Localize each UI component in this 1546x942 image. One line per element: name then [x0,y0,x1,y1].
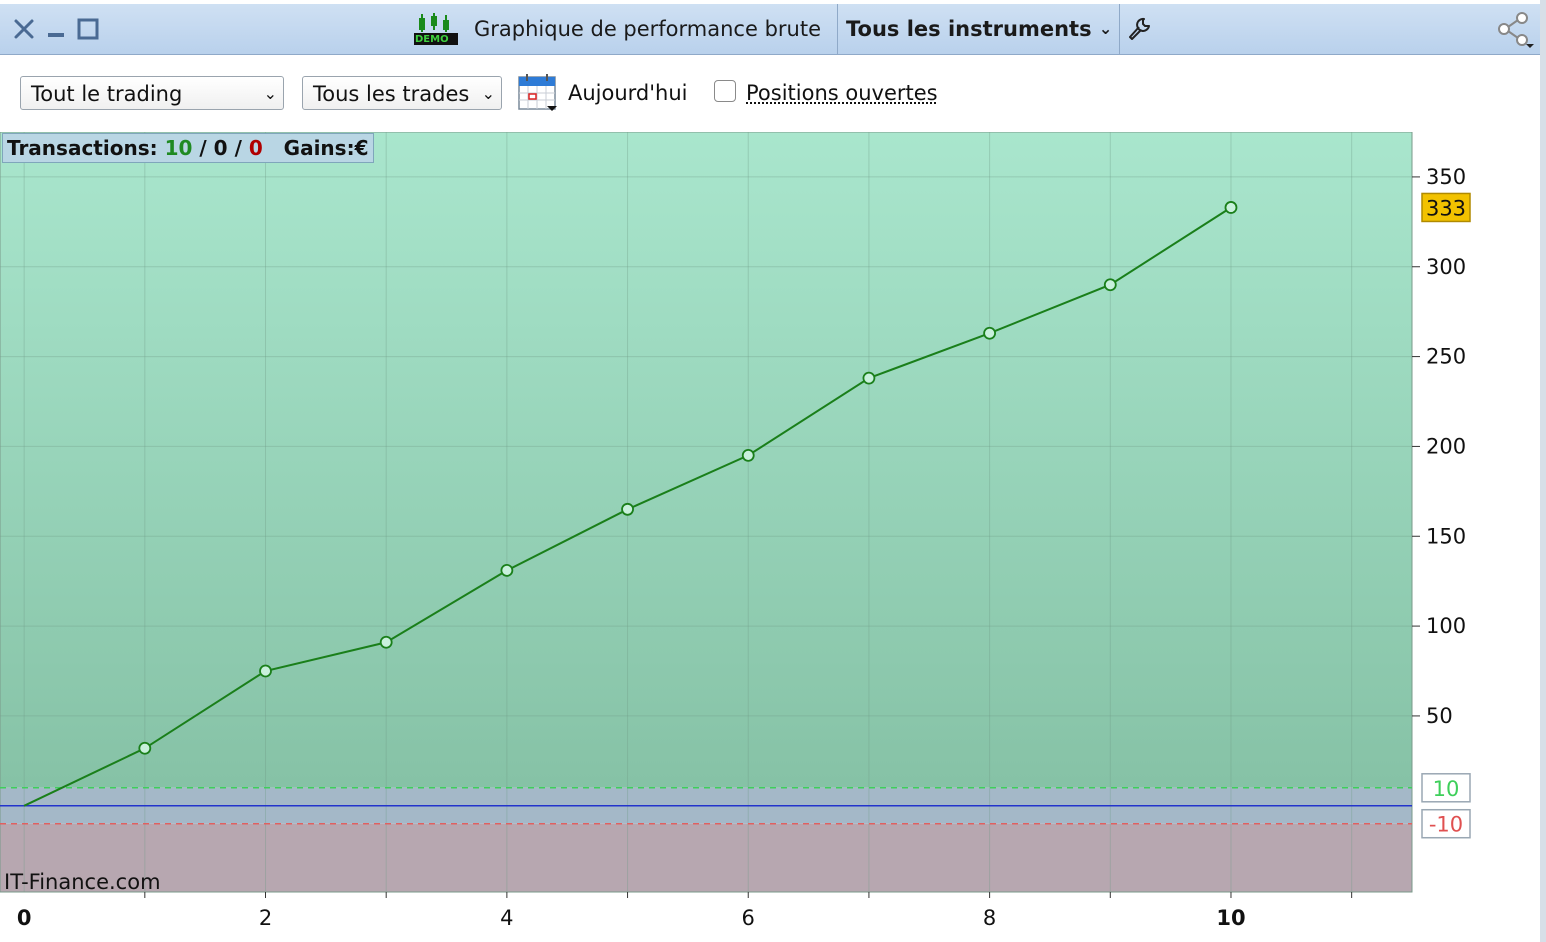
window-edge [1540,0,1546,942]
minimize-icon[interactable] [44,4,68,54]
data-point [259,664,272,678]
profit-zone [0,132,1412,788]
lower-threshold-badge: -10 [1429,813,1463,837]
data-point [983,326,997,340]
losses-count: 0 [248,136,263,160]
loss-zone [0,823,1412,892]
close-icon[interactable] [10,4,38,54]
last-value-badge: 333 [1426,196,1466,220]
title-separator [1119,4,1120,54]
open-positions-label[interactable]: Positions ouvertes [746,76,938,110]
wrench-icon[interactable] [1124,4,1156,54]
title-separator [837,4,838,54]
data-point [1103,278,1117,292]
calendar-icon[interactable] [517,73,559,113]
data-point [741,449,755,462]
chevron-down-icon: ⌄ [263,84,277,103]
instrument-selector-label: Tous les instruments [846,17,1092,41]
share-icon[interactable] [1494,4,1536,54]
neutral-count: 0 [213,136,228,160]
y-tick-label: 50 [1426,704,1453,728]
gains-label: Gains: [283,136,355,160]
y-tick-label: 250 [1426,345,1466,369]
x-tick-label: 4 [500,906,513,930]
period-select-value: Tout le trading [31,82,183,106]
demo-badge: DEMO [415,34,449,45]
y-tick-label: 200 [1426,434,1466,458]
data-point [621,502,634,516]
data-point [500,563,514,577]
y-tick-label: 150 [1426,524,1466,548]
date-label[interactable]: Aujourd'hui [568,76,688,110]
trades-select-value: Tous les trades [313,82,470,106]
watermark: IT-Finance.com [4,870,161,894]
window-title: Graphique de performance brute [474,17,822,41]
y-tick-label: 100 [1426,614,1466,638]
demo-chart-icon: DEMO [412,4,460,54]
data-point [138,741,152,755]
title-bar: DEMO Graphique de performance brute Tous… [0,4,1542,55]
instrument-selector[interactable]: Tous les instruments ⌄ [846,4,1112,54]
currency-symbol: € [354,136,369,160]
data-point [379,635,393,649]
x-tick-label: 10 [1216,906,1245,930]
open-positions-checkbox[interactable] [714,80,736,102]
data-point [862,371,876,385]
x-tick-label: 2 [259,906,272,930]
separator: / [234,136,242,160]
trades-select[interactable]: Tous les trades ⌄ [302,76,502,110]
data-point [1224,201,1238,214]
chevron-down-icon: ⌄ [1098,19,1113,38]
transactions-label: Transactions: [7,136,158,160]
stats-box: Transactions: 10 / 0 / 0 Gains:€ [2,133,374,163]
maximize-icon[interactable] [76,4,100,54]
x-tick-label: 8 [983,906,996,930]
period-select[interactable]: Tout le trading ⌄ [20,76,284,110]
chevron-down-icon: ⌄ [481,84,495,103]
performance-chart: 501001502002503003500 2 4 6 8 1033310-10 IT-F… [0,132,1540,934]
y-tick-label: 300 [1426,255,1466,279]
x-tick-label: 0 [17,906,32,930]
filter-toolbar: Tout le trading ⌄ Tous les trades ⌄ Aujo… [0,55,1540,131]
x-tick-label: 6 [742,906,755,930]
y-tick-label: 350 [1426,165,1466,189]
wins-count: 10 [164,136,193,160]
separator: / [199,136,207,160]
upper-threshold-badge: 10 [1433,777,1460,801]
performance-window: DEMO Graphique de performance brute Tous… [0,0,1546,942]
